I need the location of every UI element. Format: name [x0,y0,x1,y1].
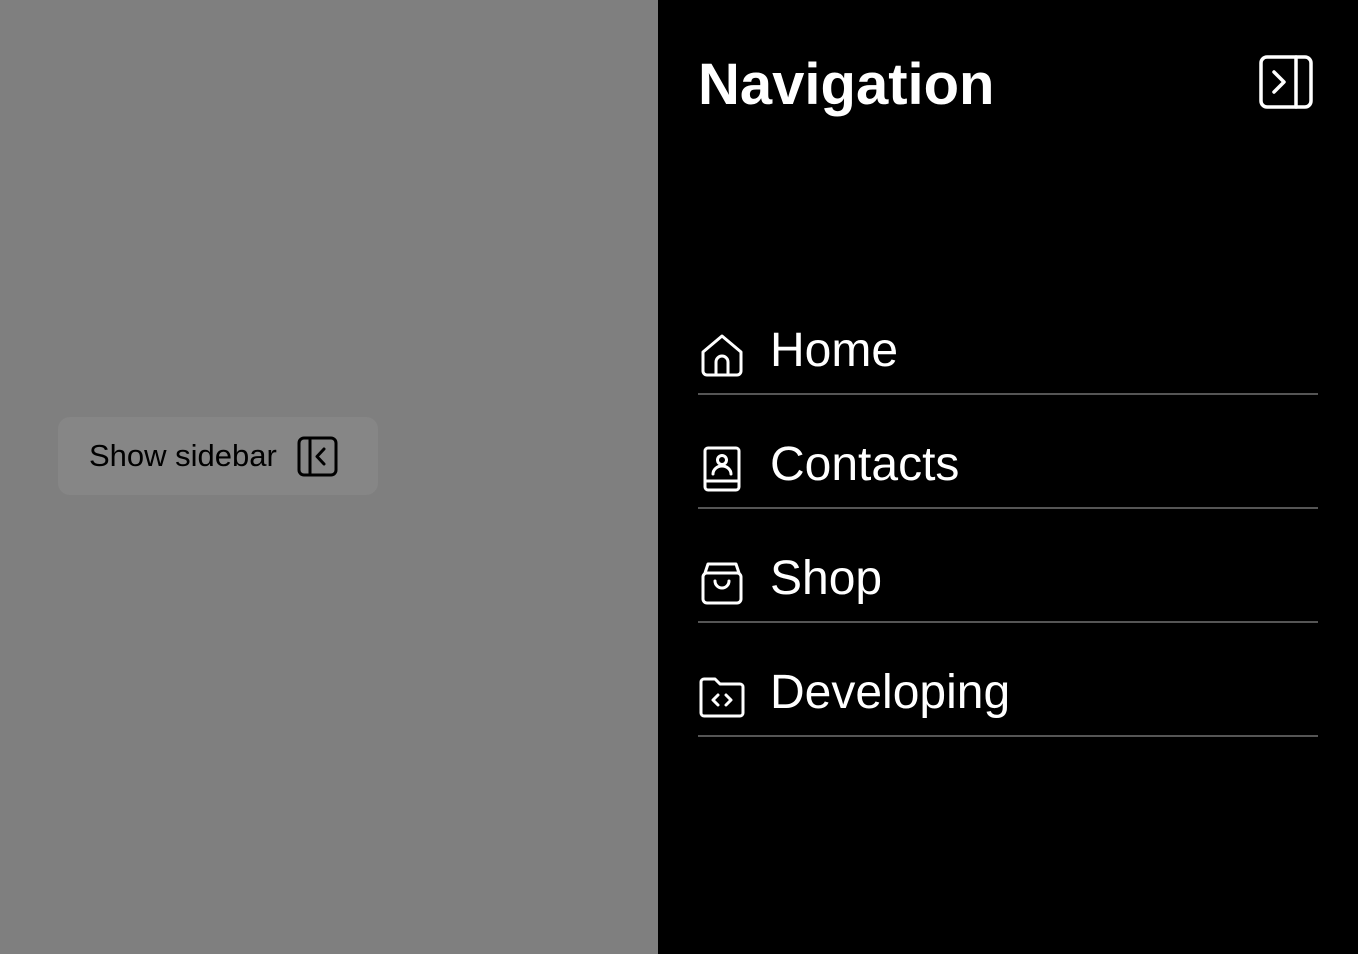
sidebar: Navigation Home Contacts Shop Developing [658,0,1358,954]
home-icon [698,331,746,379]
nav-item-home[interactable]: Home [698,315,1318,395]
nav-item-contacts[interactable]: Contacts [698,395,1318,509]
nav-item-label: Shop [770,552,883,605]
sidebar-collapse-icon [1258,54,1314,110]
contact-book-icon [698,445,746,493]
show-sidebar-label: Show sidebar [89,438,277,473]
sidebar-expand-icon [297,436,338,477]
page-overlay[interactable]: Show sidebar [0,0,658,954]
nav-list: Home Contacts Shop Developing [698,315,1318,737]
code-folder-icon [698,673,746,721]
nav-item-label: Contacts [770,438,960,491]
nav-item-label: Developing [770,666,1011,719]
nav-item-label: Home [770,324,899,377]
show-sidebar-button[interactable]: Show sidebar [58,417,378,495]
nav-item-shop[interactable]: Shop [698,509,1318,623]
nav-item-developing[interactable]: Developing [698,623,1318,737]
shopping-bag-icon [698,559,746,607]
collapse-sidebar-button[interactable] [1258,54,1314,110]
sidebar-title: Navigation [698,52,995,117]
